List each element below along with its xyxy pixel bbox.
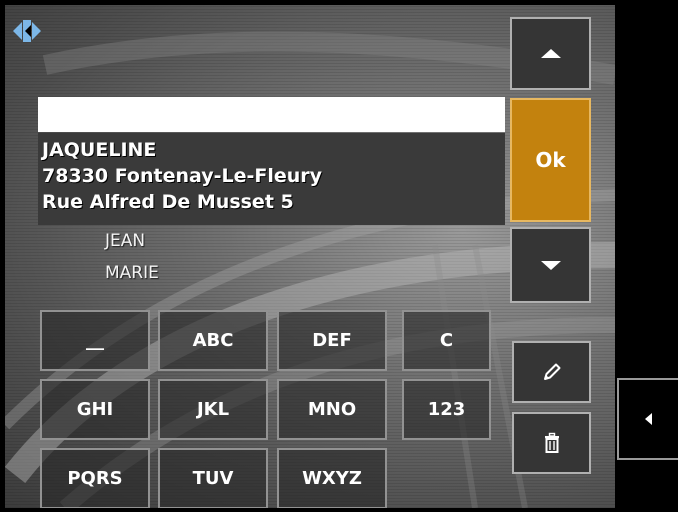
scroll-down-button[interactable]: [510, 227, 591, 303]
search-input[interactable]: [38, 97, 505, 132]
screen: JAQUELINE 78330 Fontenay-Le-Fleury Rue A…: [5, 5, 615, 508]
selected-entry[interactable]: JAQUELINE 78330 Fontenay-Le-Fleury Rue A…: [38, 133, 505, 225]
key-wxyz[interactable]: WXYZ: [277, 448, 387, 508]
key-pqrs[interactable]: PQRS: [40, 448, 150, 508]
delete-button[interactable]: [512, 412, 591, 474]
ok-button[interactable]: Ok: [510, 98, 591, 222]
key-clear[interactable]: C: [402, 310, 491, 371]
selected-entry-name: JAQUELINE: [42, 139, 157, 161]
triangle-up-icon: [540, 49, 561, 58]
key-tuv[interactable]: TUV: [158, 448, 268, 508]
list-item[interactable]: MARIE: [105, 263, 159, 283]
list-item[interactable]: JEAN: [105, 231, 145, 251]
back-button[interactable]: [617, 378, 678, 460]
key-def[interactable]: DEF: [277, 310, 387, 371]
key-mno[interactable]: MNO: [277, 379, 387, 440]
key-numeric[interactable]: 123: [402, 379, 491, 440]
edit-button[interactable]: [512, 341, 591, 403]
key-jkl[interactable]: JKL: [158, 379, 268, 440]
pencil-icon: [543, 363, 560, 380]
triangle-down-icon: [540, 260, 561, 270]
key-space[interactable]: __: [40, 310, 150, 371]
key-ghi[interactable]: GHI: [40, 379, 150, 440]
selected-entry-city: 78330 Fontenay-Le-Fleury: [42, 165, 323, 187]
selected-entry-street: Rue Alfred De Musset 5: [42, 191, 294, 213]
app-logo-icon[interactable]: [11, 15, 43, 47]
triangle-left-icon: [645, 413, 652, 425]
trash-icon: [544, 432, 559, 453]
key-abc[interactable]: ABC: [158, 310, 268, 371]
scroll-up-button[interactable]: [510, 17, 591, 90]
